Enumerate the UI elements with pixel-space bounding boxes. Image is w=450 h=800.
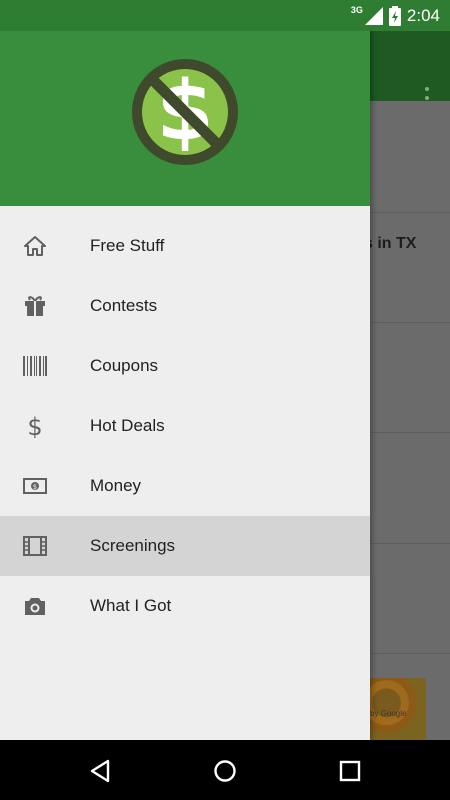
gift-icon [22, 294, 48, 318]
menu-item-money[interactable]: $ Money [0, 456, 370, 516]
menu-item-what-i-got[interactable]: What I Got [0, 576, 370, 636]
svg-text:$: $ [27, 414, 42, 438]
film-icon [22, 534, 48, 558]
dollar-icon: $ [22, 414, 48, 438]
svg-text:$: $ [33, 483, 37, 491]
home-circle-icon[interactable] [212, 758, 238, 784]
navigation-drawer: $ Free Stuff Contests [0, 0, 370, 740]
navigation-bar [0, 740, 450, 800]
menu-item-label: Free Stuff [90, 236, 165, 255]
menu-item-free-stuff[interactable]: Free Stuff [0, 216, 370, 276]
home-icon [22, 234, 48, 258]
drawer-menu: Free Stuff Contests Coupons $ Hot Deals … [0, 216, 370, 636]
menu-item-hot-deals[interactable]: $ Hot Deals [0, 396, 370, 456]
menu-item-label: Money [90, 476, 142, 495]
menu-item-label: Hot Deals [90, 416, 165, 435]
ad-attribution: by Google [370, 709, 407, 718]
signal-icon [364, 7, 383, 25]
menu-item-label: What I Got [90, 596, 172, 615]
back-icon[interactable] [88, 758, 114, 784]
menu-item-coupons[interactable]: Coupons [0, 336, 370, 396]
menu-item-label: Contests [90, 296, 158, 315]
camera-icon [22, 594, 48, 618]
recents-icon[interactable] [337, 758, 363, 784]
menu-item-screenings[interactable]: Screenings [0, 516, 370, 576]
menu-item-label: Screenings [90, 536, 176, 555]
list-item-title-snippet: s in TX [364, 235, 417, 252]
menu-item-contests[interactable]: Contests [0, 276, 370, 336]
no-dollar-icon: $ [132, 59, 238, 165]
battery-icon [388, 6, 401, 26]
status-time: 2:04 [406, 6, 440, 25]
status-bar: 3G 2:04 [0, 0, 450, 31]
banknote-icon: $ [22, 474, 48, 498]
barcode-icon [22, 354, 48, 378]
menu-item-label: Coupons [90, 356, 159, 375]
network-type: 3G [350, 5, 363, 15]
